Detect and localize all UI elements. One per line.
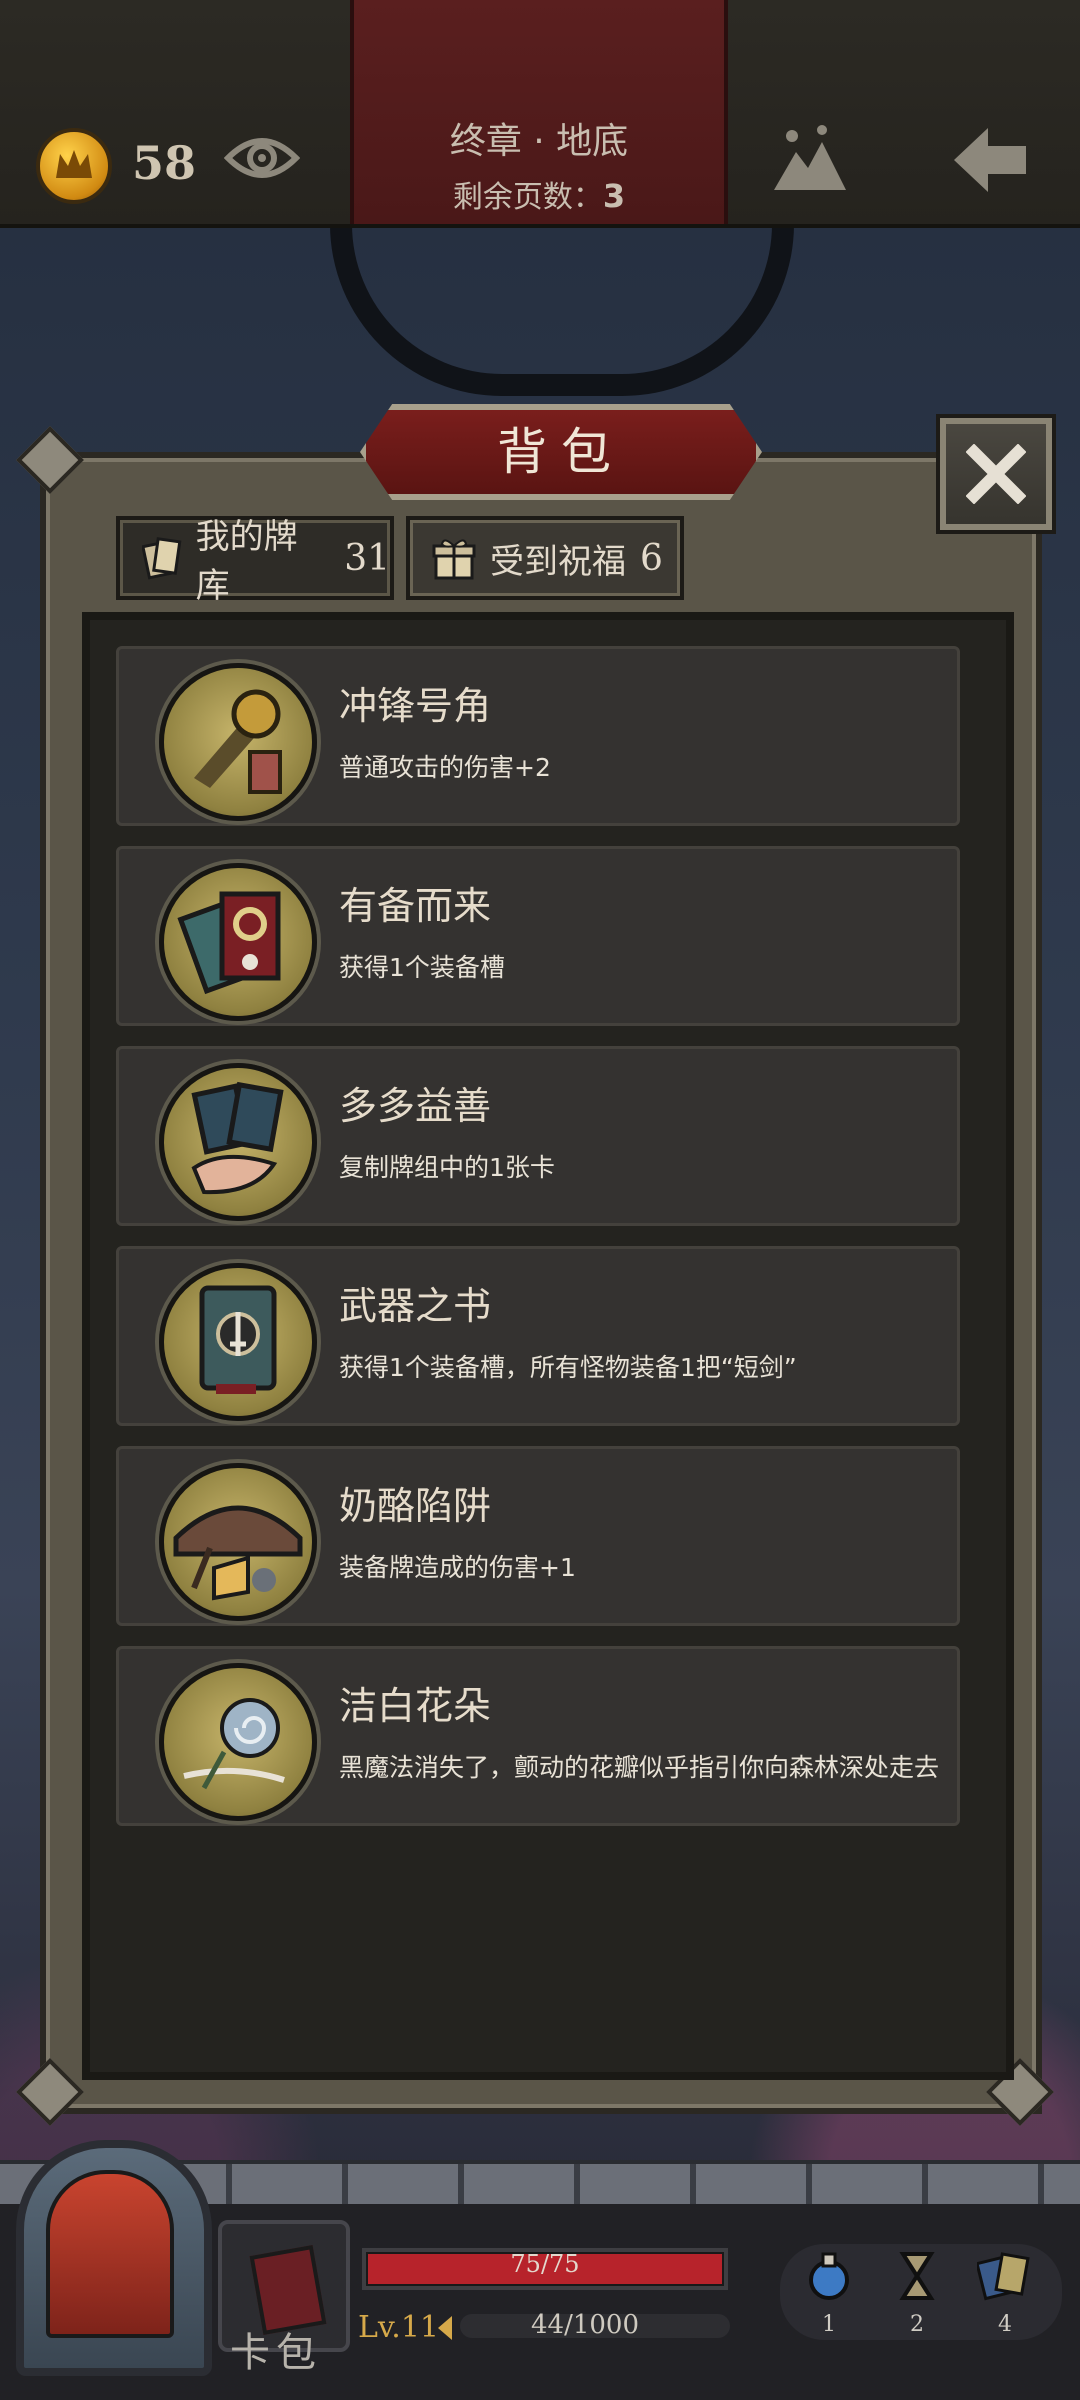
hp-text: 75/75: [510, 2250, 580, 2278]
consumable-slot[interactable]: 4: [970, 2250, 1040, 2337]
blessing-name: 洁白花朵: [339, 1684, 492, 1728]
blessing-name: 有备而来: [339, 884, 492, 928]
blessing-item[interactable]: 奶酪陷阱 装备牌造成的伤害+1: [116, 1446, 960, 1626]
consumable-count: 4: [998, 2312, 1012, 2337]
blessing-name: 奶酪陷阱: [339, 1484, 492, 1528]
cheese-trap-icon: [159, 1463, 317, 1621]
blessing-desc: 普通攻击的伤害+2: [339, 753, 551, 782]
blessing-item[interactable]: 武器之书 获得1个装备槽，所有怪物装备1把“短剑”: [116, 1246, 960, 1426]
duplicate-cards-icon: [159, 1063, 317, 1221]
blessing-item[interactable]: 冲锋号角 普通攻击的伤害+2: [116, 646, 960, 826]
blessing-desc: 装备牌造成的伤害+1: [339, 1553, 576, 1582]
consumable-slot[interactable]: 1: [794, 2250, 864, 2337]
consumable-count: 1: [822, 2312, 836, 2337]
xp-text: 44/1000: [530, 2310, 639, 2340]
crown-coin-icon: [36, 128, 112, 204]
blessing-name: 冲锋号角: [339, 684, 492, 728]
tab-blessings[interactable]: 受到祝福 6: [406, 516, 684, 600]
panel-title: 背包: [497, 423, 625, 481]
tab-my-deck[interactable]: 我的牌库 31: [116, 516, 394, 606]
blessing-desc: 黑魔法消失了，颤动的花瓣似乎指引你向森林深处走去: [339, 1753, 940, 1782]
blessing-list: 冲锋号角 普通攻击的伤害+2 有备而来 获得1个装备槽 多多益善 复制牌组中的1…: [116, 646, 960, 1846]
cards-icon: [975, 2252, 1030, 2301]
tab-my-deck-count: 31: [344, 537, 390, 579]
eye-icon[interactable]: [224, 130, 300, 186]
consumable-slot[interactable]: 2: [882, 2250, 952, 2337]
consumable-count: 2: [910, 2312, 924, 2337]
tab-my-deck-label: 我的牌库: [195, 517, 298, 606]
blessing-name: 武器之书: [339, 1284, 492, 1328]
blessing-item[interactable]: 多多益善 复制牌组中的1张卡: [116, 1046, 960, 1226]
card-pack-label: 卡包: [230, 2330, 322, 2376]
blessing-item[interactable]: 有备而来 获得1个装备槽: [116, 846, 960, 1026]
level-arrow-icon: [438, 2316, 452, 2340]
tab-blessings-label: 受到祝福: [490, 541, 626, 582]
blessing-item[interactable]: 洁白花朵 黑魔法消失了，颤动的花瓣似乎指引你向森林深处走去: [116, 1646, 960, 1826]
coin-count: 58: [132, 136, 197, 190]
hourglass-icon: [899, 2252, 935, 2300]
white-flower-icon: [159, 1663, 317, 1821]
back-arrow-icon[interactable]: [950, 124, 1030, 194]
blessing-desc: 获得1个装备槽: [339, 953, 505, 982]
pages-left-value: 3: [602, 177, 626, 215]
background-arch: [330, 224, 794, 396]
pages-left-label: 剩余页数：: [452, 180, 603, 215]
blessing-desc: 获得1个装备槽，所有怪物装备1把“短剑”: [339, 1353, 797, 1382]
level-text: Lv.11: [358, 2310, 440, 2345]
map-icon[interactable]: [772, 124, 848, 194]
hero-portrait[interactable]: [16, 2140, 212, 2376]
blessing-name: 多多益善: [339, 1084, 492, 1128]
close-button[interactable]: [940, 418, 1052, 530]
potion-icon: [809, 2252, 849, 2300]
pages-left: 剩余页数：3: [350, 172, 728, 216]
horn-icon: [159, 663, 317, 821]
equipment-card-icon: [159, 863, 317, 1021]
gift-icon: [432, 539, 476, 580]
weapon-book-icon: [159, 1263, 317, 1421]
blessing-desc: 复制牌组中的1张卡: [339, 1153, 555, 1182]
tab-blessings-count: 6: [640, 537, 663, 579]
chapter-title: 终章 · 地底: [449, 121, 629, 162]
close-icon: [966, 444, 1026, 504]
cards-icon: [142, 537, 182, 580]
hero-avatar: [46, 2170, 174, 2338]
